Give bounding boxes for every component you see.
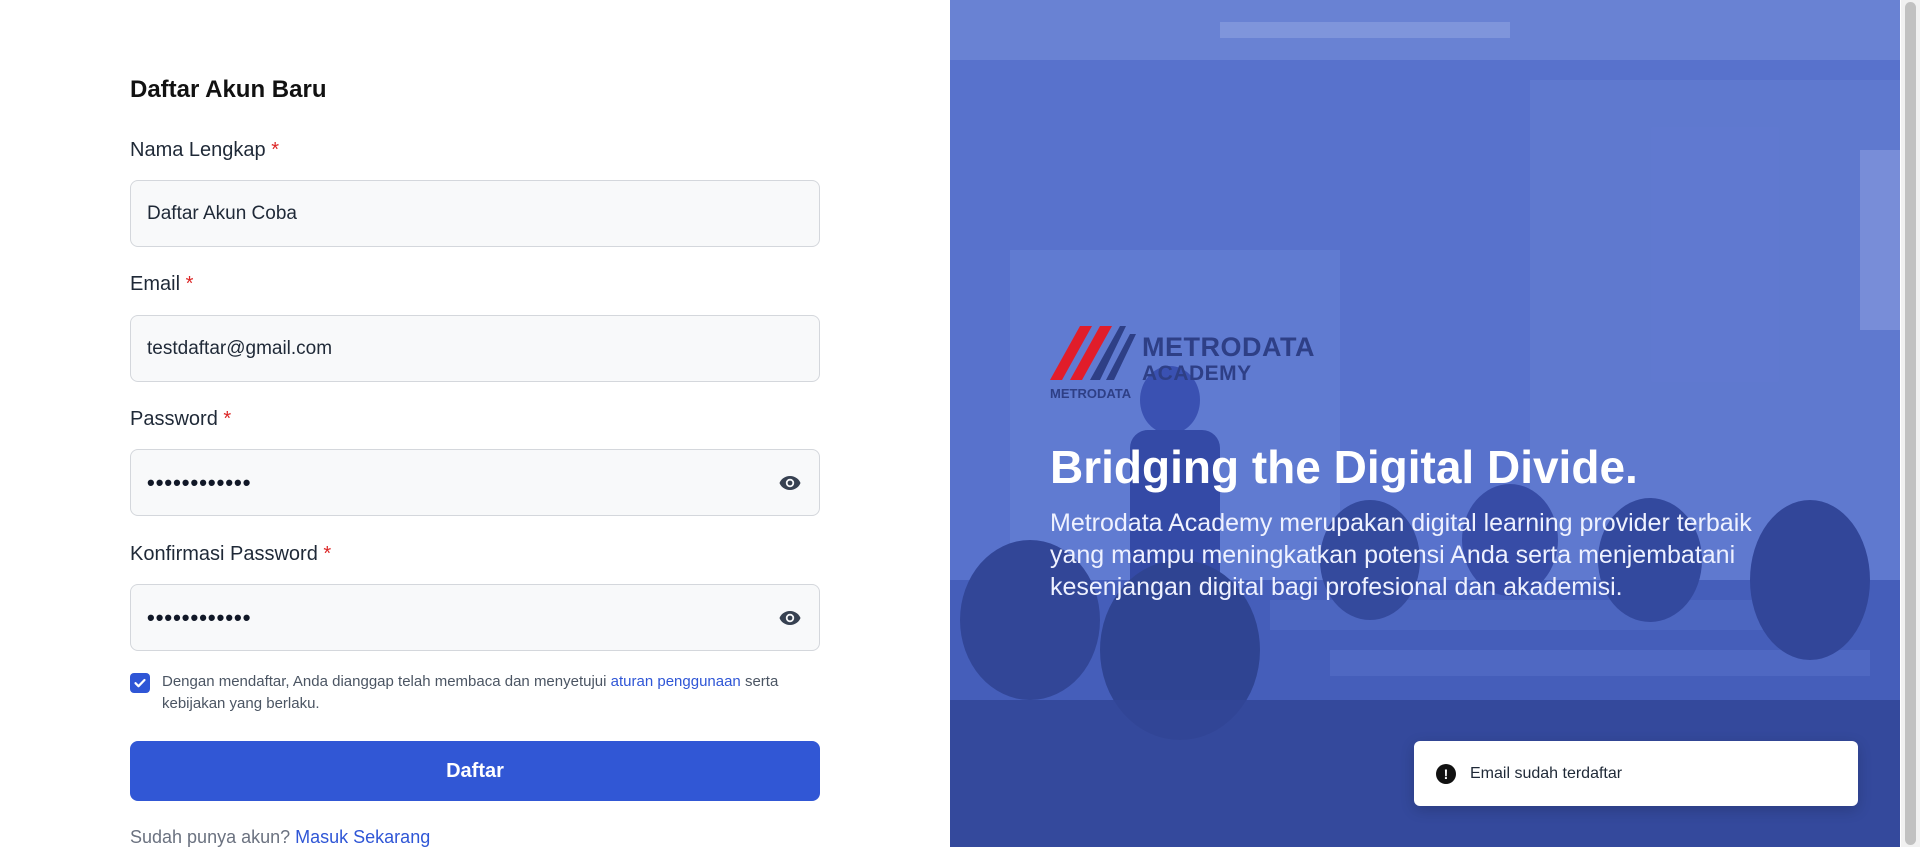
required-mark: * xyxy=(223,408,232,430)
check-icon xyxy=(134,678,146,688)
hero-description: Metrodata Academy merupakan digital lear… xyxy=(1050,509,1752,601)
required-mark: * xyxy=(323,543,332,565)
terms-link[interactable]: aturan penggunaan xyxy=(611,673,741,690)
eye-icon[interactable] xyxy=(777,470,803,496)
required-mark: * xyxy=(185,273,194,295)
terms-text: Dengan mendaftar, Anda dianggap telah me… xyxy=(162,673,779,712)
page-title: Daftar Akun Baru xyxy=(130,76,327,103)
terms-checkbox[interactable] xyxy=(130,673,150,693)
email-input[interactable]: testdaftar@gmail.com xyxy=(130,315,820,382)
login-link[interactable]: Masuk Sekarang xyxy=(295,827,430,847)
eye-icon[interactable] xyxy=(777,605,803,631)
name-label: Nama Lengkap * xyxy=(130,139,280,161)
scrollbar[interactable] xyxy=(1901,0,1920,847)
login-prompt: Sudah punya akun? Masuk Sekarang xyxy=(130,827,431,847)
hero-title: Bridging the Digital Divide. xyxy=(1050,441,1638,493)
metrodata-logo-icon xyxy=(1050,326,1136,380)
password-input[interactable]: •••••••••••• xyxy=(130,449,820,516)
terms-agreement: Dengan mendaftar, Anda dianggap telah me… xyxy=(130,671,820,715)
required-mark: * xyxy=(271,139,280,161)
error-toast: ! Email sudah terdaftar xyxy=(1414,741,1858,806)
password-label: Password * xyxy=(130,408,232,430)
registration-panel: Daftar Akun Baru Nama Lengkap * Daftar A… xyxy=(0,0,950,847)
metrodata-logo: METRODATA ACADEMY METRODATA xyxy=(1050,322,1314,402)
email-label: Email * xyxy=(130,273,194,295)
hero-panel: METRODATA ACADEMY METRODATA Bridging the… xyxy=(950,0,1900,847)
toast-message: Email sudah terdaftar xyxy=(1470,764,1623,782)
confirm-password-input[interactable]: •••••••••••• xyxy=(130,584,820,651)
hero-overlay xyxy=(950,0,1900,847)
scrollbar-thumb[interactable] xyxy=(1905,2,1916,845)
register-button[interactable]: Daftar xyxy=(130,741,820,801)
confirm-password-label: Konfirmasi Password * xyxy=(130,543,332,565)
alert-circle-icon: ! xyxy=(1436,763,1456,784)
full-name-input[interactable]: Daftar Akun Coba xyxy=(130,180,820,247)
